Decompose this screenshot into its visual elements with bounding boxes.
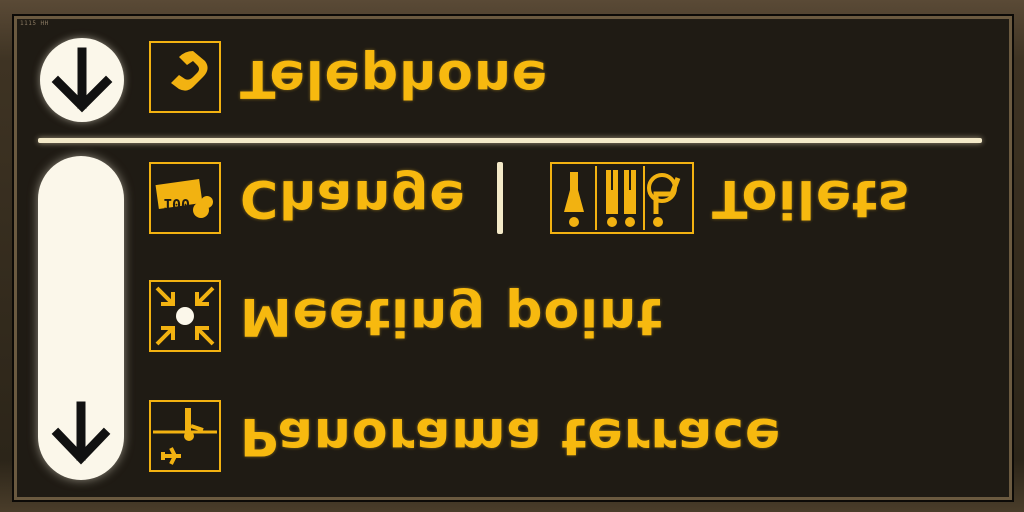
divider-line — [38, 138, 982, 143]
separator-bar — [497, 162, 503, 234]
panorama-terrace-icon — [149, 400, 221, 472]
telephone-label: Telephone — [240, 48, 549, 108]
down-arrow-icon — [40, 38, 124, 122]
change-label: Change — [240, 168, 466, 228]
direction-pill — [38, 156, 124, 480]
meeting-point-icon — [149, 280, 221, 352]
meeting-point-label: Meeting point — [240, 286, 663, 346]
down-arrow-icon — [51, 401, 111, 465]
svg-text:100: 100 — [163, 195, 190, 213]
telephone-icon — [149, 41, 221, 113]
currency-notes-icon: 100 — [149, 162, 221, 234]
toilets-label: Toilets — [712, 168, 911, 228]
corner-mark: 1115 HH — [20, 20, 49, 27]
toilets-icon — [550, 162, 694, 234]
panorama-terrace-label: Panorama terrace — [240, 406, 782, 466]
